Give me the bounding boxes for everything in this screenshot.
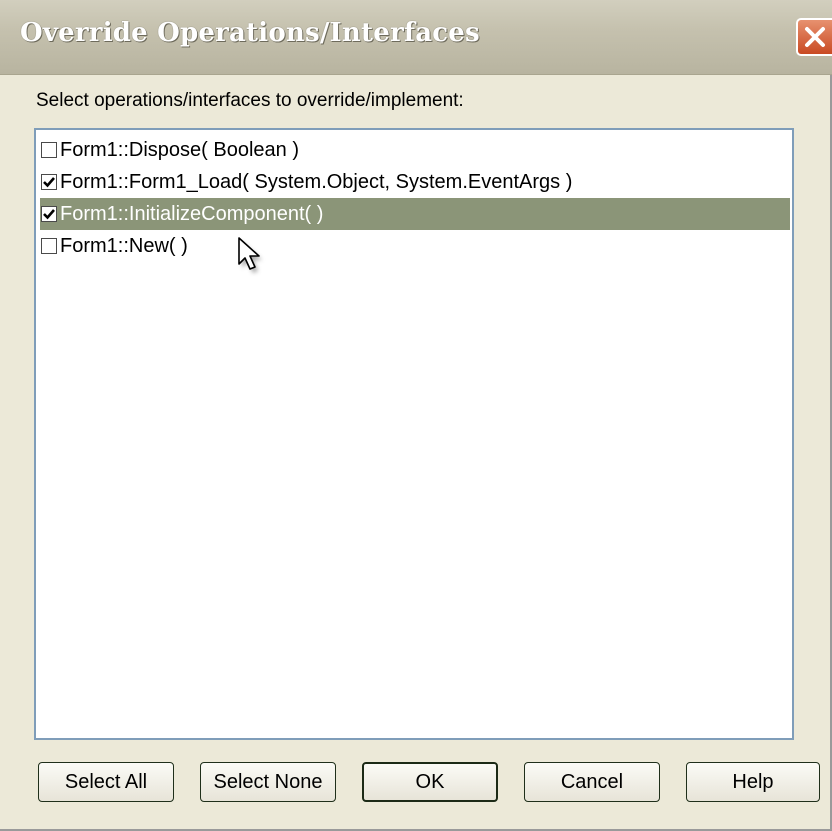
check-icon	[43, 177, 55, 188]
close-button[interactable]	[796, 18, 832, 56]
list-item[interactable]: Form1::New( )	[40, 230, 790, 262]
list-item[interactable]: Form1::InitializeComponent( )	[40, 198, 790, 230]
override-dialog: Override Operations/Interfaces Select op…	[0, 0, 832, 831]
mouse-pointer-icon	[236, 236, 276, 285]
list-item[interactable]: Form1::Dispose( Boolean )	[40, 134, 790, 166]
checkbox[interactable]	[41, 142, 57, 158]
checkbox[interactable]	[41, 238, 57, 254]
item-label: Form1::Form1_Load( System.Object, System…	[60, 170, 573, 193]
select-all-button[interactable]: Select All	[38, 762, 174, 802]
item-label: Form1::New( )	[60, 234, 188, 257]
title-bar[interactable]: Override Operations/Interfaces	[0, 0, 832, 75]
list-item[interactable]: Form1::Form1_Load( System.Object, System…	[40, 166, 790, 198]
help-button[interactable]: Help	[686, 762, 820, 802]
select-none-button[interactable]: Select None	[200, 762, 336, 802]
instruction-label: Select operations/interfaces to override…	[36, 90, 464, 111]
ok-button[interactable]: OK	[362, 762, 498, 802]
checkbox[interactable]	[41, 206, 57, 222]
cancel-button[interactable]: Cancel	[524, 762, 660, 802]
checkbox[interactable]	[41, 174, 57, 190]
window-title: Override Operations/Interfaces	[20, 18, 480, 48]
check-icon	[43, 209, 55, 220]
item-label: Form1::InitializeComponent( )	[60, 202, 324, 225]
item-label: Form1::Dispose( Boolean )	[60, 138, 299, 161]
operations-list[interactable]: Form1::Dispose( Boolean ) Form1::Form1_L…	[34, 128, 794, 740]
